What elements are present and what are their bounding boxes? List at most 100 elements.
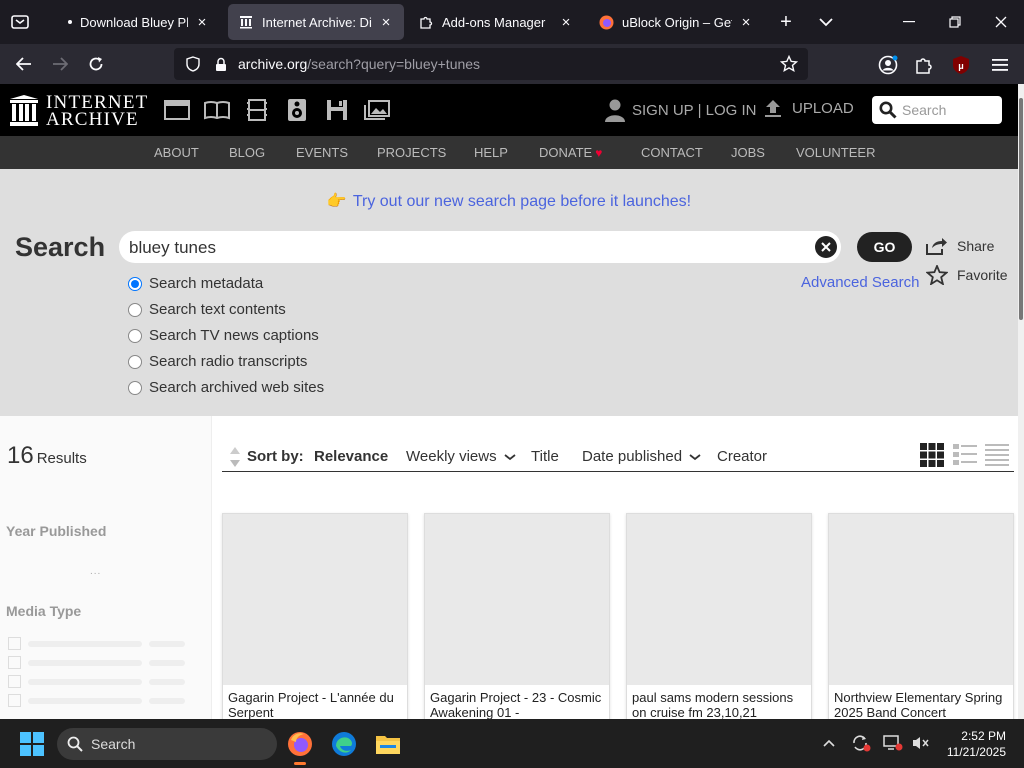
go-button[interactable]: GO (857, 232, 912, 262)
scrollbar-thumb[interactable] (1019, 98, 1023, 320)
minimize-icon[interactable] (886, 8, 932, 36)
edge-taskbar-icon[interactable] (328, 728, 360, 760)
result-title[interactable]: Gagarin Project - 23 - Cosmic Awakening … (430, 690, 606, 720)
checkbox[interactable] (8, 637, 21, 650)
result-tile[interactable]: Gagarin Project - L'année du Serpent (222, 513, 408, 733)
page-scrollbar[interactable] (1018, 84, 1024, 719)
tab-bluey-download[interactable]: Download Bluey Phone × (54, 4, 220, 40)
sort-creator[interactable]: Creator (717, 448, 767, 465)
option-search-text-contents[interactable]: Search text contents (128, 301, 286, 318)
sync-icon[interactable] (850, 732, 872, 754)
nav-contact[interactable]: CONTACT (641, 145, 703, 160)
sort-title[interactable]: Title (531, 448, 559, 465)
result-tile[interactable]: Northview Elementary Spring 2025 Band Co… (828, 513, 1014, 733)
nav-jobs[interactable]: JOBS (731, 145, 765, 160)
radio-button[interactable] (128, 380, 142, 395)
option-search-web-sites[interactable]: Search archived web sites (128, 379, 324, 396)
system-clock[interactable]: 2:52 PM 11/21/2025 (940, 728, 1006, 760)
account-icon[interactable] (875, 52, 901, 78)
close-icon[interactable]: × (558, 14, 574, 31)
back-arrow-icon[interactable] (12, 52, 36, 76)
share-button[interactable]: Share (926, 237, 994, 255)
forward-arrow-icon[interactable] (48, 52, 72, 76)
result-title[interactable]: Gagarin Project - L'année du Serpent (228, 690, 404, 720)
extensions-icon[interactable] (911, 52, 937, 78)
option-search-radio-transcripts[interactable]: Search radio transcripts (128, 353, 307, 370)
radio-button[interactable] (128, 328, 142, 343)
volume-muted-icon[interactable] (910, 732, 932, 754)
images-icon[interactable] (363, 97, 391, 123)
ia-header-search[interactable]: Search (872, 96, 1002, 124)
facet-media-type[interactable]: Media Type (6, 603, 81, 619)
audio-speaker-icon[interactable] (283, 97, 311, 123)
radio-button[interactable] (128, 302, 142, 317)
list-all-tabs-icon[interactable] (814, 10, 838, 34)
sort-relevance[interactable]: Relevance (314, 448, 388, 465)
result-thumbnail[interactable] (425, 514, 609, 685)
checkbox[interactable] (8, 656, 21, 669)
result-tile[interactable]: Gagarin Project - 23 - Cosmic Awakening … (424, 513, 610, 733)
tracking-protection-shield-icon[interactable] (184, 55, 202, 73)
radio-button[interactable] (128, 354, 142, 369)
radio-button[interactable] (128, 276, 142, 291)
ublock-origin-icon[interactable]: μ (948, 52, 974, 78)
advanced-search-link[interactable]: Advanced Search (801, 274, 919, 291)
result-title[interactable]: paul sams modern sessions on cruise fm 2… (632, 690, 808, 720)
window-close-icon[interactable] (978, 8, 1024, 36)
hamburger-menu-icon[interactable] (987, 52, 1013, 78)
close-icon[interactable]: × (738, 14, 754, 31)
firefox-taskbar-icon[interactable] (284, 728, 316, 765)
file-explorer-taskbar-icon[interactable] (372, 728, 404, 760)
lock-icon[interactable] (212, 55, 230, 73)
display-monitor-icon[interactable] (882, 732, 904, 754)
option-search-tv-captions[interactable]: Search TV news captions (128, 327, 319, 344)
grid-view-icon[interactable] (919, 442, 945, 468)
nav-events[interactable]: EVENTS (296, 145, 348, 160)
upload-link[interactable]: UPLOAD (764, 98, 854, 118)
nav-volunteer[interactable]: VOLUNTEER (796, 145, 875, 160)
tab-addons-manager[interactable]: Add-ons Manager × (408, 4, 584, 40)
nav-blog[interactable]: BLOG (229, 145, 265, 160)
tab-internet-archive[interactable]: Internet Archive: Digital × (228, 4, 404, 40)
nav-help[interactable]: HELP (474, 145, 508, 160)
texts-book-icon[interactable] (203, 97, 231, 123)
web-archive-icon[interactable] (163, 97, 191, 123)
clear-search-icon[interactable] (815, 236, 837, 258)
nav-about[interactable]: ABOUT (154, 145, 199, 160)
result-title[interactable]: Northview Elementary Spring 2025 Band Co… (834, 690, 1010, 720)
show-hidden-icons-chevron-icon[interactable] (818, 732, 840, 754)
sort-weekly-views[interactable]: Weekly views (406, 448, 516, 465)
bookmark-star-icon[interactable] (778, 53, 800, 75)
address-bar[interactable]: archive.org/search?query=bluey+tunes (174, 48, 808, 80)
close-icon[interactable]: × (194, 14, 210, 31)
result-thumbnail[interactable] (829, 514, 1013, 685)
facet-year-published[interactable]: Year Published (6, 523, 106, 539)
tab-ublock-origin[interactable]: uBlock Origin – Get this × (588, 4, 764, 40)
maximize-icon[interactable] (932, 8, 978, 36)
list-detail-view-icon[interactable] (952, 442, 978, 468)
checkbox[interactable] (8, 675, 21, 688)
software-floppy-icon[interactable] (323, 97, 351, 123)
nav-donate[interactable]: DONATE ♥ (539, 145, 602, 160)
new-search-promo-link[interactable]: 👉 Try out our new search page before it l… (0, 191, 1018, 211)
sort-direction-icon[interactable] (228, 446, 242, 468)
favorite-button[interactable]: Favorite (926, 265, 1008, 285)
checkbox[interactable] (8, 694, 21, 707)
video-film-icon[interactable] (243, 97, 271, 123)
new-tab-button[interactable]: + (774, 10, 798, 34)
result-thumbnail[interactable] (223, 514, 407, 685)
result-thumbnail[interactable] (627, 514, 811, 685)
ia-logo[interactable]: INTERNET ARCHIVE (10, 93, 148, 129)
close-icon[interactable]: × (378, 14, 394, 31)
windows-start-icon[interactable] (20, 732, 44, 756)
result-tile[interactable]: paul sams modern sessions on cruise fm 2… (626, 513, 812, 733)
reload-icon[interactable] (84, 52, 108, 76)
compact-list-view-icon[interactable] (984, 442, 1010, 468)
search-input[interactable]: bluey tunes (119, 231, 841, 263)
option-search-metadata[interactable]: Search metadata (128, 275, 263, 292)
sign-up-login-link[interactable]: SIGN UP | LOG IN (604, 98, 756, 122)
sort-date-published[interactable]: Date published (582, 448, 701, 465)
taskbar-search[interactable]: Search (57, 728, 277, 760)
nav-projects[interactable]: PROJECTS (377, 145, 446, 160)
firefox-view-icon[interactable] (8, 10, 32, 34)
